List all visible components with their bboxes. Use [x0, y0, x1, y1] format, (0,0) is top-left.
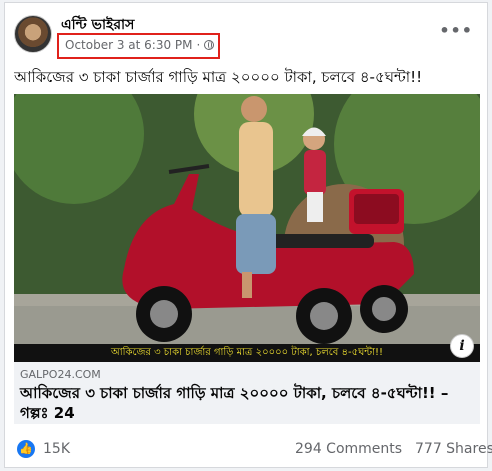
thumbs-up-icon[interactable]: 👍 [17, 440, 35, 458]
scooter-photo [14, 94, 480, 362]
post-timestamp[interactable]: October 3 at 6:30 PM · [65, 38, 215, 52]
facebook-post-card: এন্টি ভাইরাস October 3 at 6:30 PM · ••• … [4, 2, 492, 468]
link-title[interactable]: আকিজের ৩ চাকা চার্জার গাড়ি মাত্র ২০০০০ … [20, 383, 470, 423]
shares-count[interactable]: 777 Shares [415, 441, 492, 457]
info-icon[interactable]: i [450, 334, 474, 358]
post-image[interactable]: আকিজের ৩ চাকা চার্জার গাড়ি মাত্র ২০০০০ … [14, 94, 480, 362]
post-footer: 👍 15K 294 Comments 777 Shares [5, 436, 492, 466]
page-avatar[interactable] [14, 15, 52, 53]
image-caption-banner: আকিজের ৩ চাকা চার্জার গাড়ি মাত্র ২০০০০ … [14, 344, 480, 362]
more-options-icon[interactable]: ••• [439, 21, 473, 40]
link-preview[interactable]: GALPO24.COM আকিজের ৩ চাকা চার্জার গাড়ি … [14, 362, 480, 424]
separator: · [196, 38, 201, 52]
timestamp-text[interactable]: October 3 at 6:30 PM [65, 38, 193, 52]
post-text: আকিজের ৩ চাকা চার্জার গাড়ি মাত্র ২০০০০ … [14, 68, 423, 86]
post-header: এন্টি ভাইরাস October 3 at 6:30 PM · ••• [5, 3, 487, 63]
comments-count[interactable]: 294 Comments [295, 441, 402, 457]
link-domain: GALPO24.COM [20, 368, 101, 381]
globe-icon [204, 40, 215, 50]
reaction-count[interactable]: 15K [43, 441, 70, 457]
